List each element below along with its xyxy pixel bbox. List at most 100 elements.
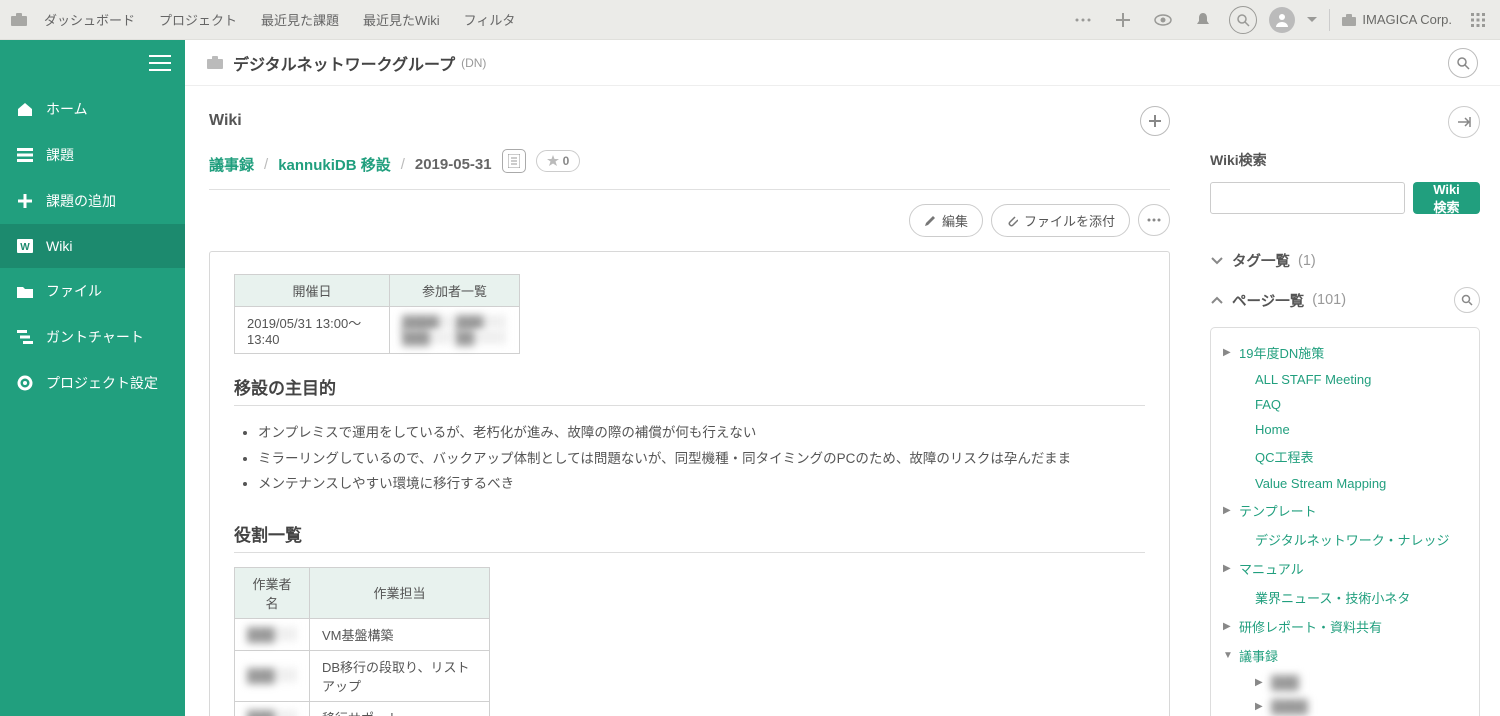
info-table: 開催日 参加者一覧 2019/05/31 13:00～13:40 ████ ██… <box>234 274 520 354</box>
header-search-icon[interactable] <box>1448 48 1478 78</box>
more-icon[interactable] <box>1069 6 1097 34</box>
wiki-head-row: Wiki <box>209 106 1170 136</box>
edit-button[interactable]: 編集 <box>909 204 983 237</box>
sidebar-item-add-issue[interactable]: 課題の追加 <box>0 178 185 224</box>
attach-button[interactable]: ファイルを添付 <box>991 204 1130 237</box>
gear-icon <box>16 374 34 392</box>
tri-right-icon: ▶ <box>1223 621 1233 632</box>
tri-right-icon: ▶ <box>1223 505 1233 516</box>
list-item: メンテナンスしやすい環境に移行するべき <box>258 471 1145 497</box>
expand-icon[interactable] <box>1448 106 1480 138</box>
star-count[interactable]: 0 <box>536 150 581 172</box>
tree-item[interactable]: ▶19年度DN施策 <box>1217 338 1473 367</box>
sidebar-label: ガントチャート <box>46 327 144 347</box>
wiki-search-button[interactable]: Wiki検索 <box>1413 182 1480 214</box>
th-task: 作業担当 <box>310 567 490 618</box>
briefcase-icon[interactable] <box>8 9 30 31</box>
cell-date: 2019/05/31 13:00～13:40 <box>235 307 390 354</box>
project-header: デジタルネットワークグループ (DN) <box>185 40 1500 86</box>
chevron-down-icon[interactable] <box>1307 17 1317 23</box>
folder-icon <box>16 282 34 300</box>
tree-item[interactable]: ▶研修レポート・資料共有 <box>1217 612 1473 641</box>
sidebar-item-home[interactable]: ホーム <box>0 86 185 132</box>
pages-count: (101) <box>1312 292 1346 308</box>
tree-item[interactable]: ALL STAFF Meeting <box>1217 367 1473 392</box>
tags-label: タグ一覧 <box>1232 250 1290 271</box>
tree-item[interactable]: ▼議事録 <box>1217 641 1473 670</box>
sidebar-label: 課題の追加 <box>46 191 116 211</box>
tree-item[interactable]: FAQ <box>1217 392 1473 417</box>
breadcrumb-current: 2019-05-31 <box>415 156 492 173</box>
pages-header[interactable]: ページ一覧 (101) <box>1210 279 1480 321</box>
nav-recent-issues[interactable]: 最近見た課題 <box>251 10 349 29</box>
org-link[interactable]: IMAGICA Corp. <box>1342 12 1452 27</box>
attach-label: ファイルを添付 <box>1024 211 1115 230</box>
sidebar-item-file[interactable]: ファイル <box>0 268 185 314</box>
tree-item[interactable]: ▶マニュアル <box>1217 554 1473 583</box>
pages-label: ページ一覧 <box>1232 290 1304 311</box>
tags-count: (1) <box>1298 253 1316 269</box>
chevron-down-icon <box>1210 254 1224 268</box>
org-name: IMAGICA Corp. <box>1362 12 1452 27</box>
th-name: 作業者名 <box>235 567 310 618</box>
tree-item[interactable]: ▶███ <box>1217 670 1473 694</box>
pencil-icon <box>924 215 936 227</box>
tree-item[interactable]: Value Stream Mapping <box>1217 471 1473 496</box>
section-roles: 役割一覧 <box>234 521 1145 553</box>
right-panel: Wiki検索 Wiki検索 タグ一覧 (1) ページ一覧 (101) <box>1200 86 1500 716</box>
sidebar-item-settings[interactable]: プロジェクト設定 <box>0 360 185 406</box>
sidebar-item-gantt[interactable]: ガントチャート <box>0 314 185 360</box>
tree-item[interactable]: ▶████ <box>1217 694 1473 716</box>
table-row: ███移行サポート <box>235 701 490 716</box>
eye-icon[interactable] <box>1149 6 1177 34</box>
sidebar-label: プロジェクト設定 <box>46 373 158 393</box>
nav-filter[interactable]: フィルタ <box>454 10 526 29</box>
search-row: Wiki検索 <box>1210 182 1480 214</box>
hamburger-icon[interactable] <box>149 55 171 71</box>
topbar: ダッシュボード プロジェクト 最近見た課題 最近見たWiki フィルタ IMAG… <box>0 0 1500 40</box>
breadcrumb-link[interactable]: kannukiDB 移設 <box>278 154 391 175</box>
pages-search-icon[interactable] <box>1454 287 1480 313</box>
avatar[interactable] <box>1269 7 1295 33</box>
wiki-heading: Wiki <box>209 112 242 130</box>
tri-right-icon: ▶ <box>1223 347 1233 358</box>
add-button[interactable] <box>1140 106 1170 136</box>
plus-icon[interactable] <box>1109 6 1137 34</box>
sidebar-label: ファイル <box>46 281 102 301</box>
tri-down-icon: ▼ <box>1223 650 1233 661</box>
th-attendees: 参加者一覧 <box>390 275 520 307</box>
project-title: デジタルネットワークグループ <box>233 51 455 75</box>
more-actions-button[interactable] <box>1138 204 1170 236</box>
sidebar-item-wiki[interactable]: W Wiki <box>0 224 185 268</box>
tree-item[interactable]: Home <box>1217 417 1473 442</box>
chevron-up-icon <box>1210 293 1224 307</box>
nav-recent-wiki[interactable]: 最近見たWiki <box>353 10 450 29</box>
breadcrumb-row: 議事録 / kannukiDB 移設 / 2019-05-31 0 <box>209 146 1170 190</box>
document-icon[interactable] <box>502 149 526 173</box>
role-table: 作業者名 作業担当 ███VM基盤構築 ███DB移行の段取り、リストアップ █… <box>234 567 490 716</box>
breadcrumb-sep: / <box>264 156 268 173</box>
breadcrumb-sep: / <box>401 156 405 173</box>
home-icon <box>16 100 34 118</box>
wiki-search-title: Wiki検索 <box>1210 150 1480 170</box>
apps-icon[interactable] <box>1464 6 1492 34</box>
tree-item[interactable]: 業界ニュース・技術小ネタ <box>1217 583 1473 612</box>
tree-item[interactable]: デジタルネットワーク・ナレッジ <box>1217 525 1473 554</box>
page-tree: ▶19年度DN施策 ALL STAFF Meeting FAQ Home QC工… <box>1210 327 1480 716</box>
table-row: ███DB移行の段取り、リストアップ <box>235 650 490 701</box>
wiki-search-input[interactable] <box>1210 182 1405 214</box>
tree-item[interactable]: QC工程表 <box>1217 442 1473 471</box>
search-icon[interactable] <box>1229 6 1257 34</box>
breadcrumb-link[interactable]: 議事録 <box>209 154 254 175</box>
wiki-body: 開催日 参加者一覧 2019/05/31 13:00～13:40 ████ ██… <box>209 251 1170 716</box>
sidebar-item-issues[interactable]: 課題 <box>0 132 185 178</box>
side-top-row <box>1210 106 1480 138</box>
topbar-left: ダッシュボード プロジェクト 最近見た課題 最近見たWiki フィルタ <box>8 9 525 31</box>
project-code: (DN) <box>461 56 486 70</box>
tree-item[interactable]: ▶テンプレート <box>1217 496 1473 525</box>
tags-header[interactable]: タグ一覧 (1) <box>1210 242 1480 279</box>
nav-project[interactable]: プロジェクト <box>149 10 247 29</box>
bell-icon[interactable] <box>1189 6 1217 34</box>
svg-text:W: W <box>20 242 30 253</box>
nav-dashboard[interactable]: ダッシュボード <box>34 10 145 29</box>
